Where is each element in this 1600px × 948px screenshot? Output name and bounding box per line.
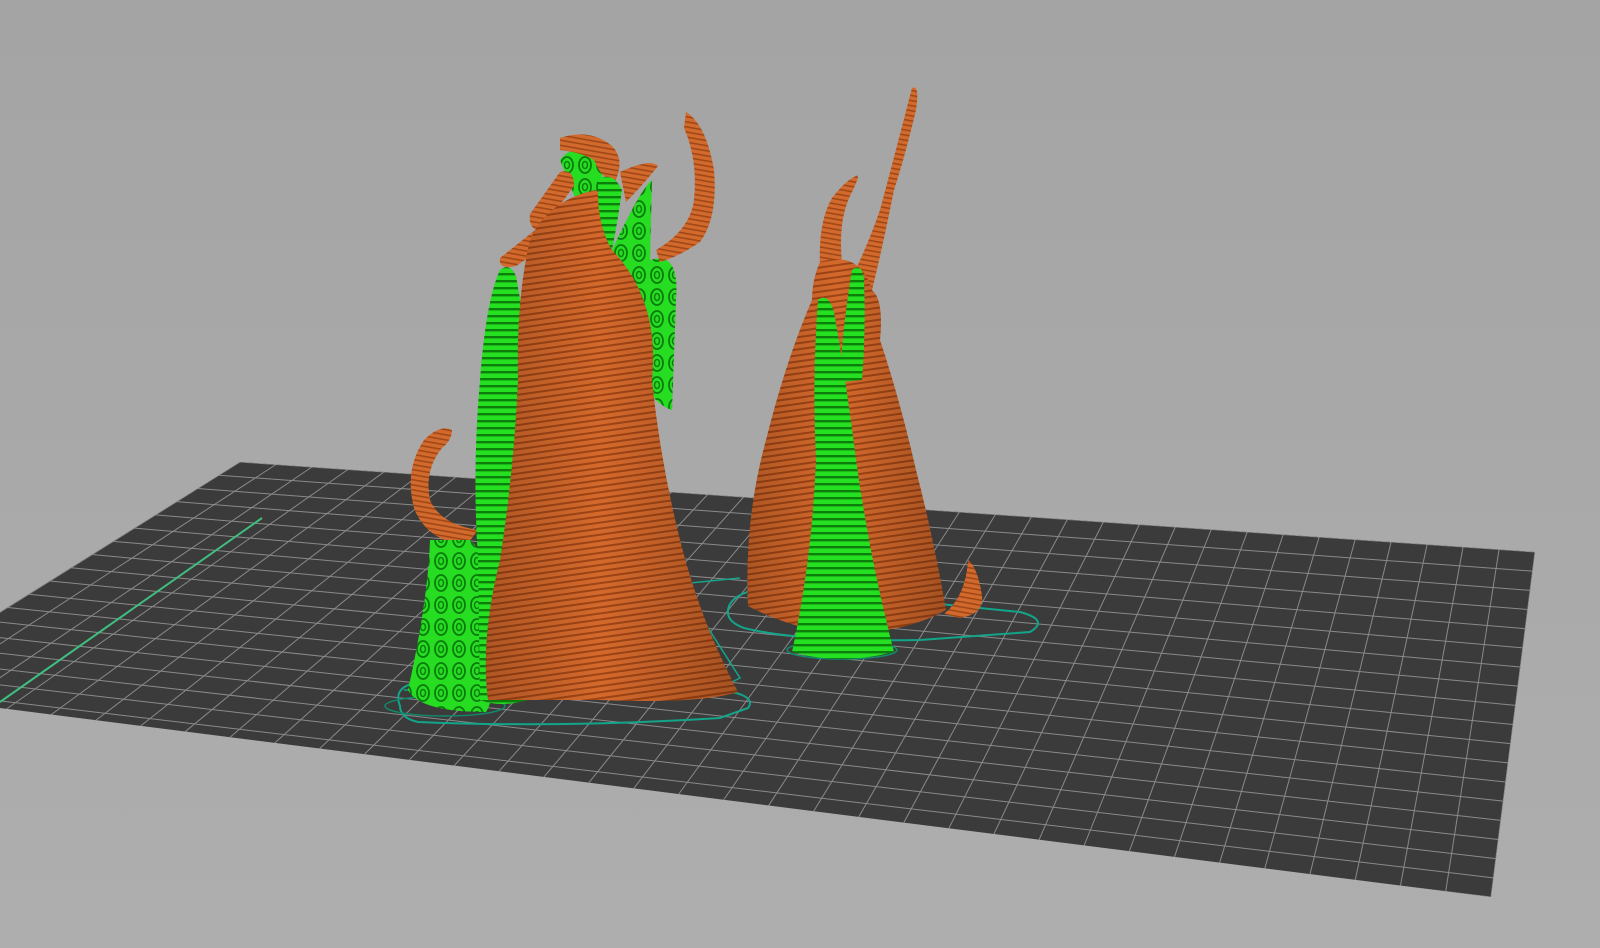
tentacle-arm [656, 112, 715, 262]
flame-spike [819, 175, 858, 266]
model-left[interactable] [408, 112, 738, 712]
tentacle-arm [620, 163, 658, 202]
flame-spike [846, 87, 918, 290]
scene-canvas[interactable] [0, 0, 1600, 948]
3d-preview-viewport[interactable] [0, 0, 1600, 948]
